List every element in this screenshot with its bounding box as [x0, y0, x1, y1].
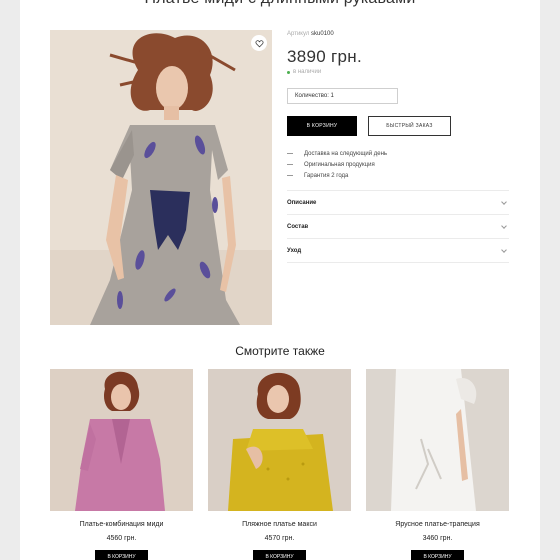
accordion-description[interactable]: Описание — [287, 190, 509, 214]
product-price: 3890 грн. — [287, 47, 363, 66]
feature-list: Доставка на следующий день Оригинальная … — [287, 148, 387, 181]
related-product-image[interactable] — [208, 369, 351, 511]
page-title: Платье миди с длинными рукавами — [20, 0, 540, 8]
sku: Артикул sku0100 — [287, 31, 334, 37]
stock-status: в наличии — [287, 69, 321, 75]
pink-dress-photo — [50, 369, 193, 511]
product-accordion: Описание Состав Уход — [287, 190, 509, 263]
quantity-field[interactable]: Количество: 1 — [287, 88, 398, 104]
related-product-name[interactable]: Платье-комбинация миди — [50, 521, 193, 528]
related-product-name[interactable]: Пляжное платье макси — [208, 521, 351, 528]
sku-value: sku0100 — [311, 31, 334, 37]
chevron-down-icon — [501, 222, 507, 229]
related-heading: Смотрите также — [235, 344, 325, 358]
accordion-label: Состав — [287, 223, 309, 230]
in-stock-dot-icon — [287, 70, 290, 74]
related-product-image[interactable] — [366, 369, 509, 511]
product-page: Платье миди с длинными рукавами — [20, 0, 540, 560]
related-product-price: 4570 грн. — [264, 535, 295, 542]
related-product-name[interactable]: Ярусное платье-трапеция — [366, 521, 509, 528]
related-product-price: 3460 грн. — [422, 535, 453, 542]
dash-icon — [287, 153, 293, 154]
dash-icon — [287, 175, 293, 176]
dash-icon — [287, 164, 293, 165]
quick-order-button[interactable]: Быстрый заказ — [368, 116, 451, 136]
stock-text: в наличии — [293, 69, 322, 75]
accordion-label: Уход — [287, 247, 302, 254]
add-to-cart-button[interactable]: В корзину — [287, 116, 357, 136]
yellow-dress-photo — [208, 369, 351, 511]
related-add-to-cart-button[interactable]: В корзину — [253, 550, 306, 560]
heart-icon — [254, 39, 264, 47]
feature-item: Доставка на следующий день — [287, 148, 387, 159]
accordion-label: Описание — [287, 199, 317, 206]
feature-item: Гарантия 2 года — [287, 170, 387, 181]
related-add-to-cart-button[interactable]: В корзину — [95, 550, 148, 560]
product-main-image[interactable] — [50, 30, 272, 325]
feature-text: Гарантия 2 года — [304, 172, 349, 179]
related-card[interactable]: Платье-комбинация миди 4560 грн. В корзи… — [50, 369, 193, 560]
accordion-composition[interactable]: Состав — [287, 214, 509, 238]
model-photo-graphic — [50, 30, 272, 325]
feature-text: Оригинальная продукция — [304, 161, 375, 168]
chevron-down-icon — [501, 198, 507, 205]
favorite-button[interactable] — [251, 35, 267, 51]
feature-item: Оригинальная продукция — [287, 159, 387, 170]
related-product-image[interactable] — [50, 369, 193, 511]
chevron-down-icon — [501, 246, 507, 253]
accordion-care[interactable]: Уход — [287, 238, 509, 263]
sku-label: Артикул — [287, 31, 310, 37]
related-card[interactable]: Пляжное платье макси 4570 грн. В корзину — [208, 369, 351, 560]
related-card[interactable]: Ярусное платье-трапеция 3460 грн. В корз… — [366, 369, 509, 560]
white-dress-photo — [366, 369, 509, 511]
feature-text: Доставка на следующий день — [304, 150, 388, 157]
related-product-price: 4560 грн. — [106, 535, 137, 542]
related-add-to-cart-button[interactable]: В корзину — [411, 550, 464, 560]
